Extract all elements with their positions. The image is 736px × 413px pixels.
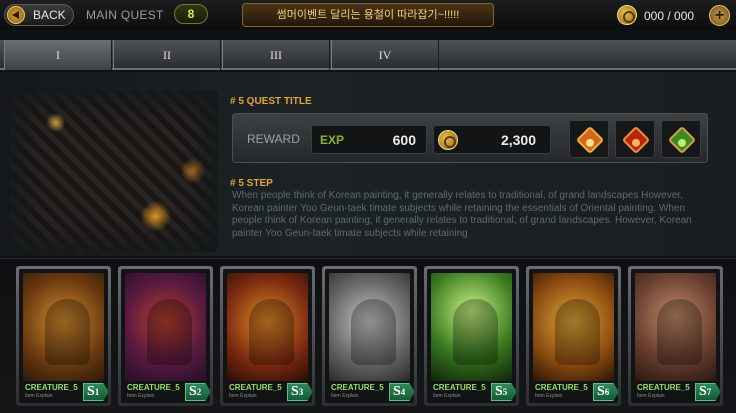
reward-item-slot-3[interactable] <box>661 120 701 158</box>
creature-portrait <box>431 273 512 381</box>
exp-value: 600 <box>392 132 416 148</box>
creature-name: CREATURE_5 <box>25 383 78 392</box>
stage-badge: S4 <box>389 383 414 401</box>
creature-name: CREATURE_5 <box>331 383 384 392</box>
creature-card-3[interactable]: CREATURE_5 Item Explain S3 <box>220 266 315 406</box>
creature-name: CREATURE_5 <box>535 383 588 392</box>
creature-name: CREATURE_5 <box>127 383 180 392</box>
creature-name: CREATURE_5 <box>229 383 282 392</box>
add-currency-button[interactable]: + <box>709 5 730 26</box>
orange-gem-icon <box>575 125 605 155</box>
reward-label: REWARD <box>247 132 300 146</box>
back-button-label: BACK <box>33 8 66 22</box>
creature-card-5[interactable]: CREATURE_5 Item Explain S5 <box>424 266 519 406</box>
main-quest-label: MAIN QUEST <box>86 8 164 22</box>
creature-subtitle: Item Explain <box>535 393 563 399</box>
event-notice-banner[interactable]: 썸머이벤트 달리는 용철이 따라잡기~!!!!! <box>242 3 494 27</box>
stage-badge: S6 <box>593 383 618 401</box>
creature-subtitle: Item Explain <box>637 393 665 399</box>
stage-badge: S5 <box>491 383 516 401</box>
creature-name: CREATURE_5 <box>637 383 690 392</box>
currency-counter: 000 / 000 <box>644 9 695 23</box>
stage-badge: S7 <box>695 383 720 401</box>
creature-card-4[interactable]: CREATURE_5 Item Explain S4 <box>322 266 417 406</box>
step-description: When people think of Korean painting, it… <box>232 190 692 239</box>
back-button[interactable]: BACK <box>4 4 74 26</box>
creature-subtitle: Item Explain <box>433 393 461 399</box>
creature-portrait <box>227 273 308 381</box>
creature-subtitle: Item Explain <box>229 393 257 399</box>
stage-badge: S2 <box>185 383 210 401</box>
red-gem-icon <box>621 125 651 155</box>
reward-box: REWARD EXP 600 2,300 <box>232 113 708 163</box>
creature-card-7[interactable]: CREATURE_5 Item Explain S7 <box>628 266 723 406</box>
gold-reward: 2,300 <box>433 125 551 154</box>
quest-count-badge: 8 <box>174 4 208 24</box>
creature-subtitle: Item Explain <box>127 393 155 399</box>
exp-label: EXP <box>320 133 345 147</box>
creature-card-row: CREATURE_5 Item Explain S1 CREATURE_5 It… <box>0 258 736 413</box>
quest-title: # 5 QUEST TITLE <box>230 96 312 107</box>
top-bar: BACK MAIN QUEST 8 썸머이벤트 달리는 용철이 따라잡기~!!!… <box>0 0 736 30</box>
creature-subtitle: Item Explain <box>331 393 359 399</box>
creature-portrait <box>533 273 614 381</box>
creature-portrait <box>329 273 410 381</box>
creature-card-6[interactable]: CREATURE_5 Item Explain S6 <box>526 266 621 406</box>
step-title: # 5 STEP <box>230 178 273 189</box>
green-gem-icon <box>667 125 697 155</box>
creature-card-1[interactable]: CREATURE_5 Item Explain S1 <box>16 266 111 406</box>
exp-reward: EXP 600 <box>311 125 427 154</box>
tab-chapter-1[interactable]: I <box>4 40 112 70</box>
reward-item-slot-1[interactable] <box>569 120 609 158</box>
back-arrow-icon <box>7 6 25 24</box>
tab-chapter-3[interactable]: III <box>222 40 330 70</box>
tab-chapter-4[interactable]: IV <box>331 40 439 70</box>
gold-value: 2,300 <box>500 132 536 148</box>
creature-portrait <box>23 273 104 381</box>
gold-coin-icon <box>617 5 637 25</box>
creature-portrait <box>635 273 716 381</box>
gold-coin-icon <box>438 130 458 150</box>
chapter-tabs: I II III IV <box>0 40 736 70</box>
creature-name: CREATURE_5 <box>433 383 486 392</box>
creature-card-2[interactable]: CREATURE_5 Item Explain S2 <box>118 266 213 406</box>
creature-subtitle: Item Explain <box>25 393 53 399</box>
reward-item-slot-2[interactable] <box>615 120 655 158</box>
stage-badge: S1 <box>83 383 108 401</box>
quest-scene-image <box>10 90 218 252</box>
creature-portrait <box>125 273 206 381</box>
stage-badge: S3 <box>287 383 312 401</box>
tab-chapter-2[interactable]: II <box>113 40 221 70</box>
